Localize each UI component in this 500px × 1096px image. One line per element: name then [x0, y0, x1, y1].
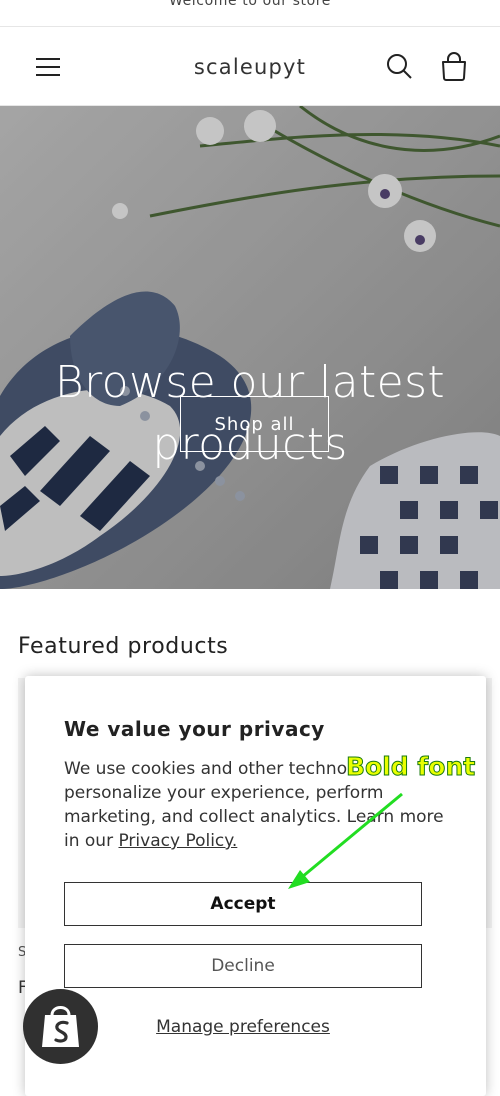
privacy-policy-link[interactable]: Privacy Policy. — [118, 831, 237, 851]
hero-background-image — [0, 106, 500, 589]
store-brand[interactable]: scaleupyt — [0, 55, 500, 79]
announcement-bar: Welcome to our store — [0, 0, 500, 27]
shopify-badge[interactable] — [23, 989, 98, 1064]
search-icon[interactable] — [386, 53, 414, 81]
annotation-arrow-icon — [288, 792, 403, 889]
cart-icon[interactable] — [438, 51, 470, 83]
announcement-text: Welcome to our store — [168, 0, 332, 9]
shopify-bag-icon — [42, 1006, 79, 1047]
privacy-modal-title: We value your privacy — [64, 717, 325, 741]
annotation-label: Bold font — [345, 752, 476, 782]
privacy-body-line4-prefix: in our — [64, 831, 119, 851]
featured-products-heading: Featured products — [18, 634, 229, 659]
decline-button[interactable]: Decline — [64, 944, 422, 988]
site-header: scaleupyt — [0, 27, 500, 106]
privacy-body-line1: We use cookies and other technol — [64, 759, 352, 779]
hero-banner: Browse our latest products — [0, 106, 500, 589]
shop-all-button[interactable]: Shop all — [180, 396, 329, 452]
